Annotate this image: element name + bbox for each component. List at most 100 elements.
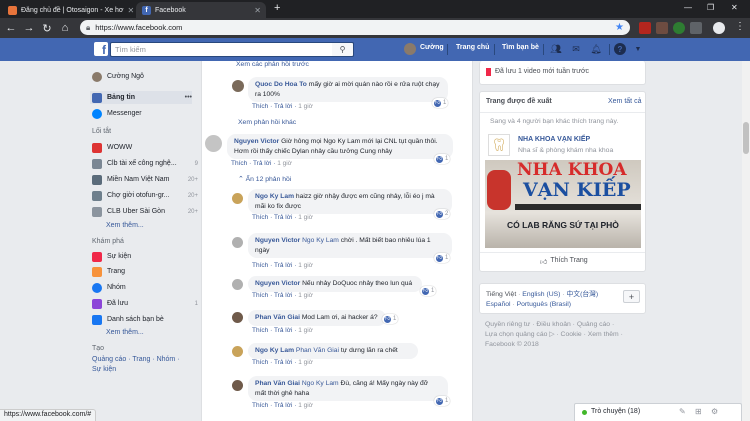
- address-bar[interactable]: 🔒︎ https://www.facebook.com ★: [80, 20, 630, 35]
- reply-link[interactable]: Trả lời: [253, 160, 271, 167]
- sidebar-item-shortcut[interactable]: WOWW: [92, 141, 198, 154]
- comment-author[interactable]: Nguyen Victor: [255, 280, 300, 287]
- reaction-count[interactable]: 👍︎ 1: [434, 396, 451, 406]
- sidebar-item-events[interactable]: Sự kiện: [92, 250, 198, 263]
- saved-card[interactable]: Đã lưu 1 video mới tuần trước: [479, 61, 646, 85]
- reply-link[interactable]: Trả lời: [274, 262, 292, 269]
- reload-icon[interactable]: ↻: [40, 21, 54, 35]
- settings-gear-icon[interactable]: ⚙: [711, 407, 718, 416]
- reply-link[interactable]: Trả lời: [274, 214, 292, 221]
- extension-icon[interactable]: [639, 22, 651, 34]
- reaction-count[interactable]: 👍︎ 1: [434, 253, 451, 263]
- maximize-icon[interactable]: ❐: [707, 3, 714, 12]
- extension-icon[interactable]: [690, 22, 702, 34]
- see-all-link[interactable]: Xem tất cả: [608, 98, 641, 105]
- like-page-button[interactable]: 👍︎ Thích Trang: [540, 257, 588, 266]
- page-name-link[interactable]: NHA KHOA VẠN KIẾP: [518, 136, 590, 143]
- extension-icon[interactable]: [656, 22, 668, 34]
- sidebar-item-saved[interactable]: Đã lưu 1: [92, 297, 198, 310]
- reply-link[interactable]: Trả lời: [274, 292, 292, 299]
- search-input[interactable]: Tìm kiếm: [110, 42, 354, 57]
- mention-tag[interactable]: Ngo Ky Lam: [302, 237, 339, 244]
- sidebar-item-news-feed[interactable]: Bảng tin •••: [90, 91, 192, 104]
- like-link[interactable]: Thích: [252, 359, 268, 366]
- help-icon[interactable]: ?: [614, 43, 626, 55]
- comment-author[interactable]: Quoc Do Hoa To: [255, 81, 307, 88]
- avatar[interactable]: [404, 43, 416, 55]
- comment-author[interactable]: Ngo Ky Lam: [255, 193, 294, 200]
- create-event-link[interactable]: Sự kiện: [92, 366, 116, 373]
- page-cover-image[interactable]: NHA KHOA VẠN KIẾP CÓ LAB RĂNG SỨ TẠI PHÒ: [485, 160, 641, 248]
- sidebar-item-pages[interactable]: Trang: [92, 265, 198, 278]
- sidebar-item-shortcut[interactable]: Miền Nam Việt Nam 20+: [92, 173, 198, 186]
- comment-author[interactable]: Phan Văn Giai: [255, 314, 300, 321]
- mention-tag[interactable]: Phan Văn Giai: [296, 347, 339, 354]
- close-tab-icon[interactable]: ✕: [128, 6, 134, 15]
- minimize-icon[interactable]: —: [684, 3, 692, 12]
- facebook-logo[interactable]: f: [94, 42, 108, 56]
- avatar[interactable]: [232, 237, 243, 248]
- avatar[interactable]: [232, 279, 243, 290]
- comment-author[interactable]: Phan Văn Giai: [255, 380, 300, 387]
- like-link[interactable]: Thích: [252, 214, 268, 221]
- shortcuts-see-more[interactable]: Xem thêm...: [106, 222, 144, 229]
- add-language-button[interactable]: +: [623, 290, 640, 303]
- like-link[interactable]: Thích: [231, 160, 247, 167]
- reply-link[interactable]: Trả lời: [274, 327, 292, 334]
- extension-shield-icon[interactable]: [673, 22, 685, 34]
- reply-link[interactable]: Trả lời: [274, 359, 292, 366]
- lang-link[interactable]: English (US): [522, 291, 560, 298]
- find-friends-link[interactable]: Tìm bạn bè: [502, 44, 539, 51]
- chevron-down-icon[interactable]: ▼: [632, 43, 644, 55]
- comment-author[interactable]: Nguyen Victor: [234, 138, 279, 145]
- lang-link[interactable]: Español: [486, 301, 511, 308]
- avatar[interactable]: [232, 346, 243, 357]
- bookmark-star-icon[interactable]: ★: [615, 22, 624, 33]
- reaction-count[interactable]: 👍︎ 1: [434, 154, 451, 164]
- chat-bar[interactable]: Trò chuyện (18) ✎ ⊞ ⚙: [574, 403, 742, 421]
- forward-icon[interactable]: →: [22, 21, 36, 35]
- sidebar-item-shortcut[interactable]: Clb tài xế công nghệ... 9: [92, 157, 198, 170]
- footer-line[interactable]: Quyền riêng tư · Điều khoản · Quảng cáo …: [485, 320, 623, 330]
- home-link[interactable]: Trang chủ: [456, 44, 489, 51]
- avatar[interactable]: [232, 380, 243, 391]
- profile-link[interactable]: Cường: [420, 44, 444, 51]
- close-window-icon[interactable]: ✕: [731, 3, 738, 12]
- sidebar-profile[interactable]: Cường Ngô: [92, 70, 198, 83]
- avatar[interactable]: [205, 135, 222, 152]
- close-tab-icon[interactable]: ✕: [254, 6, 261, 15]
- sidebar-item-friend-lists[interactable]: Danh sách bạn bè: [92, 313, 198, 326]
- reaction-count[interactable]: 👍︎ 1: [382, 314, 399, 324]
- avatar[interactable]: [232, 80, 244, 92]
- hide-replies-link[interactable]: ⌃ Ẩn 12 phản hồi: [238, 175, 291, 183]
- more-options-icon[interactable]: •••: [185, 94, 192, 101]
- comment-author[interactable]: Nguyen Victor: [255, 237, 300, 244]
- sidebar-item-groups[interactable]: Nhóm: [92, 281, 198, 294]
- tab-otosaigon[interactable]: Đăng chủ đề | Otosaigon - Xe hơ ✕: [2, 2, 134, 18]
- create-links[interactable]: Quảng cáo · Trang · Nhóm ·: [92, 356, 180, 363]
- scrollbar-thumb[interactable]: [743, 122, 749, 154]
- reply-link[interactable]: Trả lời: [274, 103, 292, 110]
- lang-link[interactable]: Português (Brasil): [517, 301, 571, 308]
- footer-line[interactable]: Lựa chọn quảng cáo ▷ · Cookie · Xem thêm…: [485, 330, 623, 340]
- view-more-replies-link[interactable]: Xem phản hồi khác: [238, 119, 296, 126]
- back-icon[interactable]: ←: [4, 21, 18, 35]
- sidebar-item-shortcut[interactable]: Chợ giời otofun-gr... 20+: [92, 189, 198, 202]
- new-message-icon[interactable]: ✎: [679, 407, 686, 416]
- notifications-icon[interactable]: 🔔︎: [590, 43, 602, 55]
- comment-author[interactable]: Ngo Ky Lam: [255, 347, 294, 354]
- browser-menu-icon[interactable]: ⋮: [735, 21, 745, 32]
- group-chat-icon[interactable]: ⊞: [695, 407, 702, 416]
- like-link[interactable]: Thích: [252, 262, 268, 269]
- lang-link[interactable]: 中文(台灣): [566, 291, 598, 298]
- page-scrollbar[interactable]: [742, 61, 750, 421]
- friend-requests-icon[interactable]: 👥︎: [550, 43, 562, 55]
- like-link[interactable]: Thích: [252, 292, 268, 299]
- sidebar-item-messenger[interactable]: Messenger: [92, 107, 198, 120]
- tab-facebook[interactable]: f Facebook ✕: [136, 2, 266, 18]
- messages-icon[interactable]: ✉: [570, 43, 582, 55]
- like-link[interactable]: Thích: [252, 103, 268, 110]
- view-previous-replies-link[interactable]: Xem các phản hồi trước: [236, 61, 309, 68]
- tooth-logo-icon[interactable]: 🦷︎: [488, 134, 510, 156]
- mention-tag[interactable]: Ngo Ky Lam: [302, 380, 339, 387]
